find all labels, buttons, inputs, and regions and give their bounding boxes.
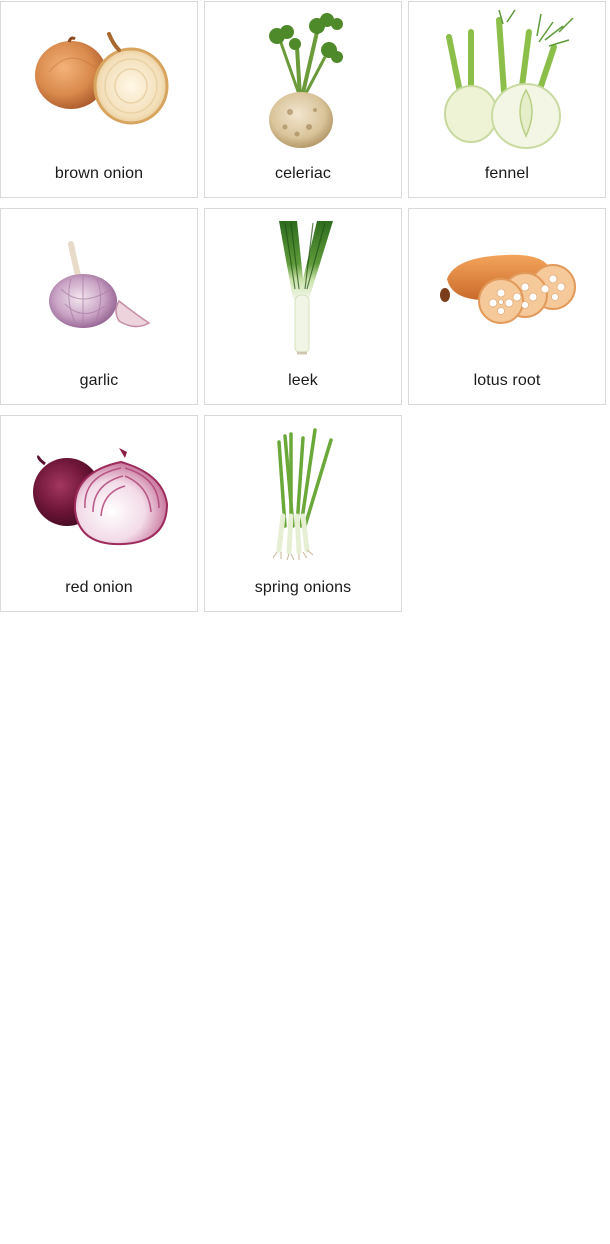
card-label: fennel (484, 165, 530, 182)
garlic-image (1, 209, 197, 359)
brown-onion-image (1, 2, 197, 152)
card-brown-onion[interactable]: brown onion (0, 1, 198, 198)
card-spring-onions[interactable]: spring onions (204, 415, 402, 612)
card-label: red onion (65, 579, 133, 596)
card-red-onion[interactable]: red onion (0, 415, 198, 612)
lotus-root-image (409, 209, 605, 359)
card-label: spring onions (254, 579, 352, 596)
red-onion-image (1, 416, 197, 566)
card-label: brown onion (54, 165, 144, 182)
card-label: lotus root (473, 372, 541, 389)
fennel-image (409, 2, 605, 152)
card-celeriac[interactable]: celeriac (204, 1, 402, 198)
card-lotus-root[interactable]: lotus root (408, 208, 606, 405)
card-garlic[interactable]: garlic (0, 208, 198, 405)
card-label: leek (288, 372, 318, 389)
leek-image (205, 209, 401, 359)
celeriac-image (205, 2, 401, 152)
card-fennel[interactable]: fennel (408, 1, 606, 198)
card-label: garlic (79, 372, 119, 389)
card-label: celeriac (275, 165, 331, 182)
card-leek[interactable]: leek (204, 208, 402, 405)
spring-onions-image (205, 416, 401, 566)
